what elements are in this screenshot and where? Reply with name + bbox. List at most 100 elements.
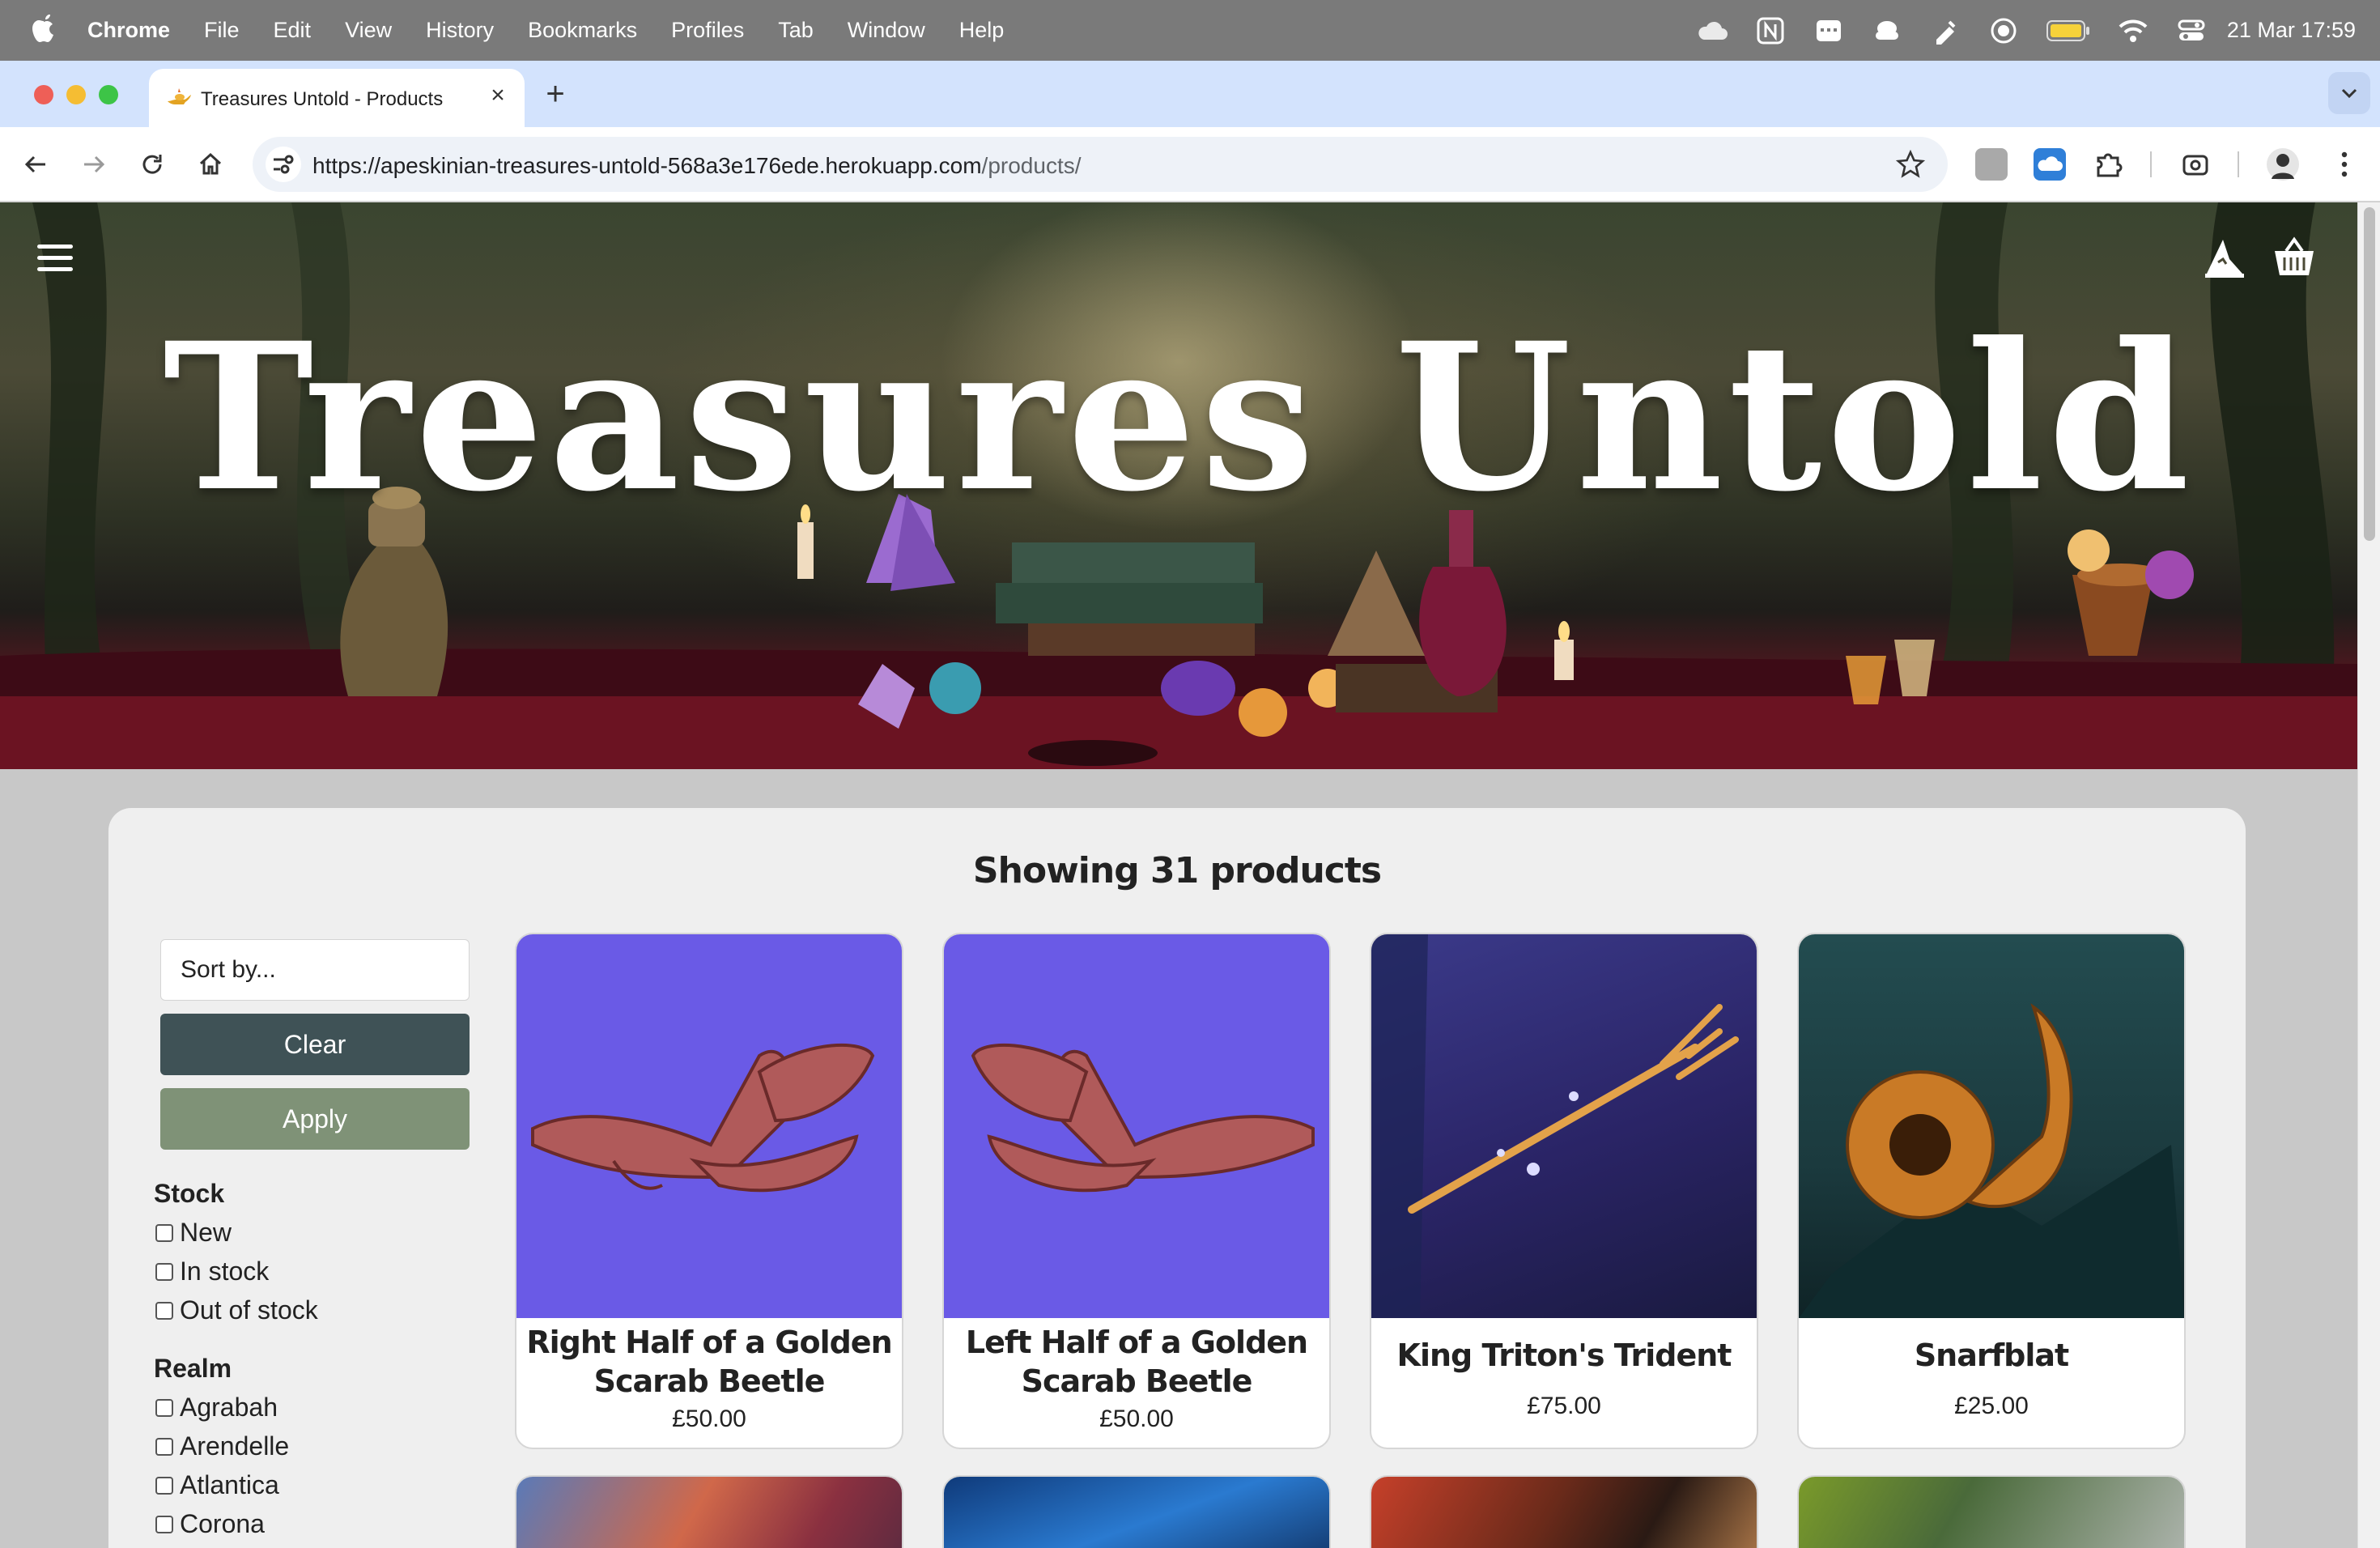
battery-icon[interactable]	[2046, 15, 2091, 47]
product-card[interactable]: Snarfblat £25.00	[1797, 933, 2186, 1449]
tab-search-button[interactable]	[2328, 72, 2370, 114]
arrow-right-icon	[84, 155, 105, 173]
checkbox[interactable]	[155, 1223, 173, 1242]
product-image[interactable]	[1799, 934, 2184, 1318]
checkbox[interactable]	[155, 1262, 173, 1281]
checkbox[interactable]	[155, 1301, 173, 1320]
snarfblat-horn-image	[1799, 1003, 2184, 1318]
menu-profiles[interactable]: Profiles	[671, 18, 744, 43]
bookmark-star-icon[interactable]	[1896, 150, 1925, 179]
calendar-icon[interactable]	[1813, 15, 1845, 47]
active-tab[interactable]: Treasures Untold - Products ×	[149, 69, 525, 127]
menu-edit[interactable]: Edit	[274, 18, 312, 43]
screenshot-lens-icon[interactable]	[2179, 148, 2212, 181]
filter-label: Atlantica	[180, 1470, 279, 1499]
new-tab-button[interactable]: +	[539, 78, 572, 111]
trident-image	[1371, 934, 1739, 1318]
product-name[interactable]: Left Half of a Golden Scarab Beetle	[952, 1323, 1321, 1401]
apple-logo-icon[interactable]	[31, 13, 57, 44]
shopping-basket-icon[interactable]	[2272, 235, 2317, 280]
hero-banner: Treasures Untold	[0, 202, 2357, 769]
checkbox[interactable]	[155, 1515, 173, 1533]
chevron-down-icon	[2341, 88, 2357, 99]
sort-select[interactable]: Sort by...	[160, 939, 470, 1001]
menu-tab[interactable]: Tab	[778, 18, 814, 43]
reload-button[interactable]	[134, 147, 170, 182]
filter-label: Corona	[180, 1509, 265, 1538]
extensions-puzzle-icon[interactable]	[2092, 148, 2124, 181]
url-text[interactable]: https://apeskinian-treasures-untold-568a…	[312, 153, 1082, 179]
extension-cloud-icon[interactable]	[2034, 148, 2066, 181]
focus-icon[interactable]	[1987, 15, 2020, 47]
window-zoom-button[interactable]	[99, 85, 118, 104]
clear-button[interactable]: Clear	[160, 1014, 470, 1075]
address-bar[interactable]: https://apeskinian-treasures-untold-568a…	[253, 137, 1948, 192]
window-close-button[interactable]	[34, 85, 53, 104]
filter-arendelle[interactable]: Arendelle	[155, 1431, 289, 1461]
product-name[interactable]: King Triton's Trident	[1379, 1336, 1749, 1375]
menu-window[interactable]: Window	[848, 18, 925, 43]
menu-app-name[interactable]: Chrome	[87, 18, 170, 43]
filter-corona[interactable]: Corona	[155, 1509, 265, 1539]
forward-button[interactable]	[76, 147, 112, 182]
apply-button[interactable]: Apply	[160, 1088, 470, 1150]
filter-new[interactable]: New	[155, 1218, 232, 1248]
product-card[interactable]: King Triton's Trident £75.00	[1370, 933, 1758, 1449]
extension-a-icon[interactable]	[1975, 148, 2008, 181]
filter-label: New	[180, 1218, 232, 1247]
product-card[interactable]: Left Half of a Golden Scarab Beetle £50.…	[942, 933, 1331, 1449]
product-card[interactable]	[515, 1475, 903, 1548]
hamburger-menu-icon[interactable]	[37, 245, 73, 274]
menu-history[interactable]: History	[426, 18, 494, 43]
product-price: £25.00	[1954, 1393, 2029, 1419]
menu-file[interactable]: File	[204, 18, 240, 43]
page-scrollbar[interactable]	[2357, 202, 2380, 1548]
browser-tab-strip: Treasures Untold - Products × +	[0, 61, 2380, 127]
reload-icon	[142, 155, 162, 174]
product-image[interactable]	[944, 934, 1329, 1318]
toolbar-separator	[2238, 151, 2239, 177]
menu-bookmarks[interactable]: Bookmarks	[528, 18, 637, 43]
filter-agrabah[interactable]: Agrabah	[155, 1393, 278, 1423]
product-image[interactable]	[944, 1477, 1329, 1548]
kebab-menu-icon	[2341, 151, 2348, 177]
product-card[interactable]	[1370, 1475, 1758, 1548]
checkbox[interactable]	[155, 1476, 173, 1495]
filter-atlantica[interactable]: Atlantica	[155, 1470, 279, 1500]
filter-label: Out of stock	[180, 1295, 318, 1325]
product-card[interactable]	[942, 1475, 1331, 1548]
tab-close-icon[interactable]: ×	[486, 83, 510, 108]
product-card[interactable]: Right Half of a Golden Scarab Beetle £50…	[515, 933, 903, 1449]
window-minimize-button[interactable]	[66, 85, 86, 104]
menubar-clock[interactable]: 21 Mar 17:59	[2227, 18, 2356, 43]
product-card[interactable]	[1797, 1475, 2186, 1548]
back-button[interactable]	[18, 147, 53, 182]
drive-icon[interactable]	[1871, 15, 1903, 47]
wifi-icon[interactable]	[2117, 15, 2149, 47]
product-name[interactable]: Right Half of a Golden Scarab Beetle	[525, 1323, 894, 1401]
control-center-icon[interactable]	[2175, 15, 2208, 47]
site-title[interactable]: Treasures Untold	[0, 298, 2357, 536]
home-button[interactable]	[193, 147, 228, 182]
product-image[interactable]	[516, 1477, 902, 1548]
menu-view[interactable]: View	[345, 18, 392, 43]
wizard-hat-account-icon[interactable]	[2202, 235, 2247, 280]
checkbox[interactable]	[155, 1398, 173, 1417]
filter-in-stock[interactable]: In stock	[155, 1257, 269, 1286]
scrollbar-thumb[interactable]	[2364, 207, 2375, 541]
cloud-icon[interactable]	[1696, 15, 1728, 47]
profile-avatar[interactable]	[2267, 148, 2299, 181]
product-image[interactable]	[1371, 934, 1757, 1318]
site-settings-icon[interactable]	[266, 147, 301, 182]
product-image[interactable]	[516, 934, 902, 1318]
notion-icon[interactable]	[1754, 15, 1787, 47]
product-image[interactable]	[1371, 1477, 1757, 1548]
filter-out-of-stock[interactable]: Out of stock	[155, 1295, 318, 1325]
script-icon[interactable]	[1929, 15, 1961, 47]
chrome-menu-button[interactable]	[2327, 147, 2362, 182]
product-image[interactable]	[1799, 1477, 2184, 1548]
product-name[interactable]: Snarfblat	[1807, 1336, 2176, 1375]
checkbox[interactable]	[155, 1437, 173, 1456]
app-menus: Chrome File Edit View History Bookmarks …	[87, 0, 1038, 61]
menu-help[interactable]: Help	[959, 18, 1005, 43]
